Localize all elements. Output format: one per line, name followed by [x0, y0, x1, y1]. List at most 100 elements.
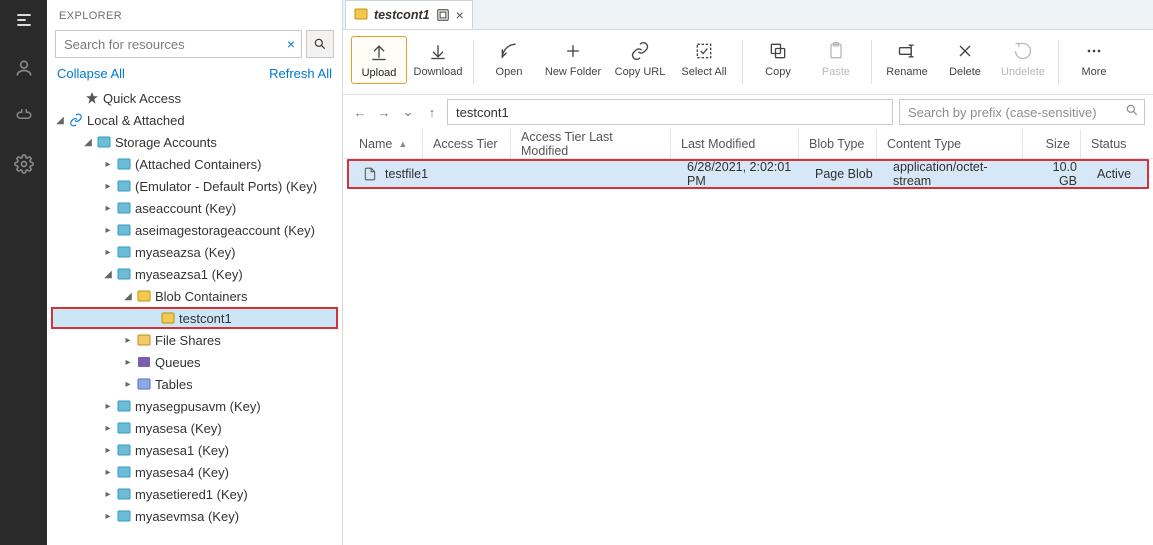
tree-account-item[interactable]: ▸aseaccount (Key): [47, 197, 342, 219]
path-input[interactable]: [447, 99, 893, 125]
quick-access-node[interactable]: Quick Access: [47, 87, 342, 109]
quick-access-icon: [83, 91, 101, 105]
tree-account-item[interactable]: ▸myasesa1 (Key): [47, 439, 342, 461]
select-all-button[interactable]: Select All: [674, 36, 734, 82]
delete-icon: [954, 40, 976, 62]
storage-account-icon: [115, 246, 133, 258]
col-size[interactable]: Size: [1023, 129, 1081, 158]
blob-containers-icon: [135, 290, 153, 302]
blob-grid: Name▲ Access Tier Access Tier Last Modif…: [343, 129, 1153, 545]
file-shares-node[interactable]: ▸File Shares: [47, 329, 342, 351]
rename-button[interactable]: Rename: [880, 36, 934, 82]
selected-container-node[interactable]: testcont1: [51, 307, 338, 329]
refresh-all-link[interactable]: Refresh All: [269, 66, 332, 81]
storage-account-icon: [115, 224, 133, 236]
grid-row-highlight: testfile1 6/28/2021, 2:02:01 PM Page Blo…: [347, 159, 1149, 189]
storage-account-icon: [115, 466, 133, 478]
connect-activity-icon[interactable]: [12, 104, 36, 128]
more-button[interactable]: More: [1067, 36, 1121, 82]
nav-forward-icon[interactable]: →: [375, 103, 393, 121]
col-status[interactable]: Status: [1081, 129, 1125, 158]
col-access-tier[interactable]: Access Tier: [423, 129, 511, 158]
tree-account-item[interactable]: ▸aseimagestorageaccount (Key): [47, 219, 342, 241]
nav-dropdown-icon[interactable]: ⌄: [399, 103, 417, 121]
tree-account-item[interactable]: ▸myasesa (Key): [47, 417, 342, 439]
resource-search-button[interactable]: [306, 30, 334, 58]
file-shares-icon: [135, 334, 153, 346]
tree-account-item[interactable]: ▸myasegpusavm (Key): [47, 395, 342, 417]
sort-asc-icon: ▲: [398, 139, 407, 149]
cell-blob-type: Page Blob: [805, 167, 883, 181]
col-access-tier-lm[interactable]: Access Tier Last Modified: [511, 129, 671, 158]
tree-account-item[interactable]: ▸myaseazsa (Key): [47, 241, 342, 263]
toolbar-separator: [473, 40, 474, 84]
tables-icon: [135, 378, 153, 390]
col-blob-type[interactable]: Blob Type: [799, 129, 877, 158]
delete-button[interactable]: Delete: [938, 36, 992, 82]
explorer-activity-icon[interactable]: [12, 8, 36, 32]
download-button[interactable]: Download: [411, 36, 465, 82]
tables-node[interactable]: ▸Tables: [47, 373, 342, 395]
explorer-panel: EXPLORER × Collapse All Refresh All Quic…: [47, 0, 343, 545]
storage-account-icon: [115, 400, 133, 412]
toolbar: Upload Download Open New Folder Copy URL…: [343, 30, 1153, 95]
toolbar-separator: [1058, 40, 1059, 84]
undelete-icon: [1012, 40, 1034, 62]
paste-button: Paste: [809, 36, 863, 82]
cell-content-type: application/octet-stream: [883, 160, 1029, 188]
tree-account-item[interactable]: ▸myasetiered1 (Key): [47, 483, 342, 505]
account-activity-icon[interactable]: [12, 56, 36, 80]
nav-row: ← → ⌄ ↑: [343, 95, 1153, 129]
grid-header: Name▲ Access Tier Access Tier Last Modif…: [343, 129, 1153, 159]
search-clear-icon[interactable]: ×: [287, 36, 295, 52]
tree-account-expanded[interactable]: ◢myaseazsa1 (Key): [47, 263, 342, 285]
col-last-modified[interactable]: Last Modified: [671, 129, 799, 158]
blob-container-icon: [354, 8, 368, 22]
blob-container-icon: [159, 312, 177, 324]
container-tab[interactable]: testcont1 ×: [345, 0, 473, 29]
collapse-all-link[interactable]: Collapse All: [57, 66, 125, 81]
storage-account-icon: [115, 180, 133, 192]
file-icon: [363, 166, 377, 182]
upload-icon: [368, 41, 390, 63]
copy-button[interactable]: Copy: [751, 36, 805, 82]
prefix-search-input[interactable]: [899, 99, 1145, 125]
settings-activity-icon[interactable]: [12, 152, 36, 176]
new-folder-button[interactable]: New Folder: [540, 36, 606, 82]
copy-icon: [767, 40, 789, 62]
storage-accounts-node[interactable]: ◢ Storage Accounts: [47, 131, 342, 153]
upload-button[interactable]: Upload: [351, 36, 407, 84]
download-icon: [427, 40, 449, 62]
local-attached-node[interactable]: ◢ Local & Attached: [47, 109, 342, 131]
storage-account-icon: [115, 488, 133, 500]
search-icon[interactable]: [1125, 103, 1139, 117]
tree-account-item[interactable]: ▸myasesa4 (Key): [47, 461, 342, 483]
tree-account-item[interactable]: ▸myasevmsa (Key): [47, 505, 342, 527]
tree-account-item[interactable]: ▸(Attached Containers): [47, 153, 342, 175]
col-content-type[interactable]: Content Type: [877, 129, 1023, 158]
nav-up-icon[interactable]: ↑: [423, 103, 441, 121]
explorer-title: EXPLORER: [47, 4, 342, 28]
grid-row[interactable]: testfile1 6/28/2021, 2:02:01 PM Page Blo…: [349, 161, 1147, 187]
blob-containers-node[interactable]: ◢Blob Containers: [47, 285, 342, 307]
resource-tree: Quick Access ◢ Local & Attached ◢ Storag…: [47, 85, 342, 541]
open-button[interactable]: Open: [482, 36, 536, 82]
toolbar-separator: [742, 40, 743, 84]
open-icon: [498, 40, 520, 62]
nav-back-icon[interactable]: ←: [351, 103, 369, 121]
col-name[interactable]: Name▲: [343, 129, 423, 158]
undelete-button: Undelete: [996, 36, 1050, 82]
cell-status: Active: [1087, 167, 1131, 181]
rename-icon: [896, 40, 918, 62]
select-all-icon: [693, 40, 715, 62]
resource-search-input[interactable]: [56, 37, 301, 52]
cell-name: testfile1: [385, 167, 428, 181]
copy-url-button[interactable]: Copy URL: [610, 36, 670, 82]
tree-account-item[interactable]: ▸(Emulator - Default Ports) (Key): [47, 175, 342, 197]
close-tab-icon[interactable]: ×: [456, 7, 464, 23]
queues-node[interactable]: ▸Queues: [47, 351, 342, 373]
storage-account-icon: [115, 444, 133, 456]
storage-account-icon: [115, 422, 133, 434]
queues-icon: [135, 356, 153, 368]
plus-icon: [562, 40, 584, 62]
